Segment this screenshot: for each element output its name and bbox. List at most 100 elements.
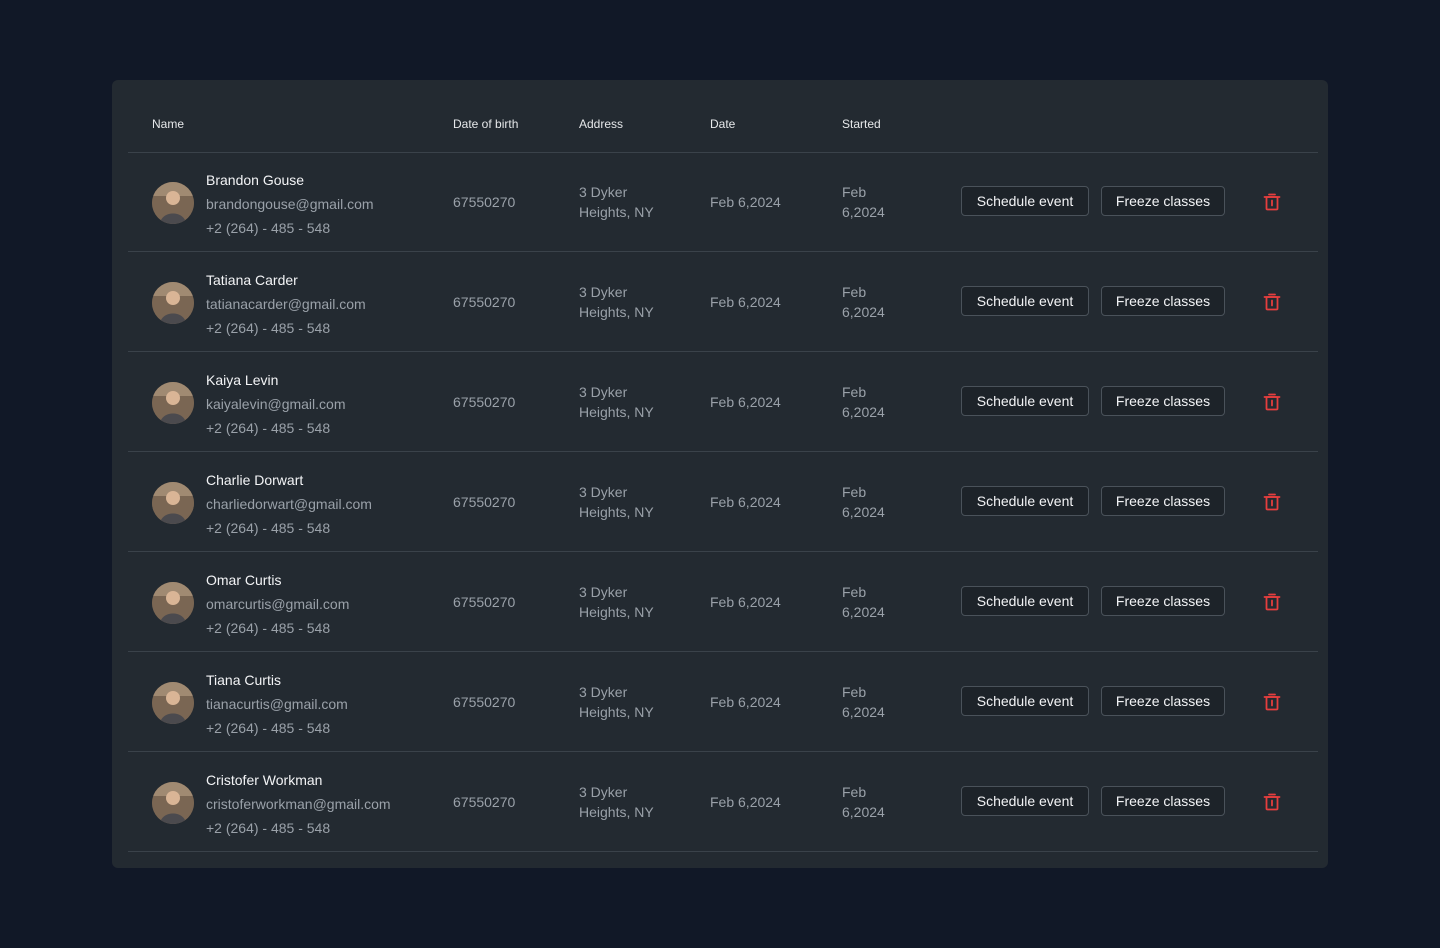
member-started: Feb 6,2024 xyxy=(842,582,885,622)
member-info: Tatiana Carder tatianacarder@gmail.com +… xyxy=(206,268,366,340)
table-row: Tatiana Carder tatianacarder@gmail.com +… xyxy=(128,252,1318,352)
member-started: Feb 6,2024 xyxy=(842,782,885,822)
address-line-2: Heights, NY xyxy=(579,704,654,720)
avatar xyxy=(152,782,194,824)
schedule-event-button[interactable]: Schedule event xyxy=(961,386,1089,416)
member-dob: 67550270 xyxy=(453,494,516,510)
started-line-2: 6,2024 xyxy=(842,804,885,820)
column-header-date[interactable]: Date xyxy=(710,117,735,131)
member-started: Feb 6,2024 xyxy=(842,182,885,222)
member-started: Feb 6,2024 xyxy=(842,482,885,522)
table-row: Brandon Gouse brandongouse@gmail.com +2 … xyxy=(128,152,1318,252)
freeze-classes-button[interactable]: Freeze classes xyxy=(1101,386,1225,416)
address-line-1: 3 Dyker xyxy=(579,184,628,200)
avatar-photo xyxy=(152,182,194,224)
member-email: cristoferworkman@gmail.com xyxy=(206,796,391,812)
member-name[interactable]: Charlie Dorwart xyxy=(206,468,372,492)
address-line-1: 3 Dyker xyxy=(579,384,628,400)
member-email: omarcurtis@gmail.com xyxy=(206,596,350,612)
freeze-classes-button[interactable]: Freeze classes xyxy=(1101,186,1225,216)
member-date: Feb 6,2024 xyxy=(710,794,781,810)
table-row: Cristofer Workman cristoferworkman@gmail… xyxy=(128,752,1318,852)
address-line-2: Heights, NY xyxy=(579,404,654,420)
member-name[interactable]: Tatiana Carder xyxy=(206,268,366,292)
started-line-1: Feb xyxy=(842,584,867,600)
avatar xyxy=(152,682,194,724)
address-line-1: 3 Dyker xyxy=(579,684,628,700)
member-date: Feb 6,2024 xyxy=(710,494,781,510)
column-header-started[interactable]: Started xyxy=(842,117,881,131)
member-date: Feb 6,2024 xyxy=(710,294,781,310)
member-phone: +2 (264) - 485 - 548 xyxy=(206,820,331,836)
address-line-2: Heights, NY xyxy=(579,204,654,220)
trash-icon[interactable] xyxy=(1262,692,1282,712)
member-address: 3 Dyker Heights, NY xyxy=(579,682,654,722)
member-email: kaiyalevin@gmail.com xyxy=(206,396,346,412)
avatar xyxy=(152,582,194,624)
member-name[interactable]: Kaiya Levin xyxy=(206,368,345,392)
member-info: Omar Curtis omarcurtis@gmail.com +2 (264… xyxy=(206,568,349,640)
trash-icon[interactable] xyxy=(1262,392,1282,412)
member-dob: 67550270 xyxy=(453,294,516,310)
started-line-1: Feb xyxy=(842,284,867,300)
member-date: Feb 6,2024 xyxy=(710,594,781,610)
member-name[interactable]: Brandon Gouse xyxy=(206,168,374,192)
member-phone: +2 (264) - 485 - 548 xyxy=(206,620,331,636)
schedule-event-button[interactable]: Schedule event xyxy=(961,686,1089,716)
address-line-1: 3 Dyker xyxy=(579,284,628,300)
member-info: Cristofer Workman cristoferworkman@gmail… xyxy=(206,768,391,840)
table-row: Tiana Curtis tianacurtis@gmail.com +2 (2… xyxy=(128,652,1318,752)
address-line-2: Heights, NY xyxy=(579,304,654,320)
schedule-event-button[interactable]: Schedule event xyxy=(961,586,1089,616)
trash-icon[interactable] xyxy=(1262,292,1282,312)
column-header-dob[interactable]: Date of birth xyxy=(453,117,518,131)
started-line-1: Feb xyxy=(842,784,867,800)
table-row: Omar Curtis omarcurtis@gmail.com +2 (264… xyxy=(128,552,1318,652)
member-dob: 67550270 xyxy=(453,794,516,810)
schedule-event-button[interactable]: Schedule event xyxy=(961,486,1089,516)
column-header-address[interactable]: Address xyxy=(579,117,623,131)
member-phone: +2 (264) - 485 - 548 xyxy=(206,220,331,236)
freeze-classes-button[interactable]: Freeze classes xyxy=(1101,586,1225,616)
avatar-photo xyxy=(152,482,194,524)
member-address: 3 Dyker Heights, NY xyxy=(579,182,654,222)
member-dob: 67550270 xyxy=(453,394,516,410)
trash-icon[interactable] xyxy=(1262,592,1282,612)
address-line-1: 3 Dyker xyxy=(579,784,628,800)
schedule-event-button[interactable]: Schedule event xyxy=(961,786,1089,816)
member-started: Feb 6,2024 xyxy=(842,382,885,422)
member-dob: 67550270 xyxy=(453,694,516,710)
member-email: tatianacarder@gmail.com xyxy=(206,296,366,312)
address-line-1: 3 Dyker xyxy=(579,484,628,500)
member-name[interactable]: Tiana Curtis xyxy=(206,668,348,692)
table-row: Kaiya Levin kaiyalevin@gmail.com +2 (264… xyxy=(128,352,1318,452)
members-table: Name Date of birth Address Date Started … xyxy=(112,80,1328,868)
freeze-classes-button[interactable]: Freeze classes xyxy=(1101,486,1225,516)
freeze-classes-button[interactable]: Freeze classes xyxy=(1101,786,1225,816)
member-date: Feb 6,2024 xyxy=(710,194,781,210)
member-address: 3 Dyker Heights, NY xyxy=(579,482,654,522)
column-header-name[interactable]: Name xyxy=(152,117,184,131)
member-info: Tiana Curtis tianacurtis@gmail.com +2 (2… xyxy=(206,668,348,740)
member-email: tianacurtis@gmail.com xyxy=(206,696,348,712)
member-phone: +2 (264) - 485 - 548 xyxy=(206,420,331,436)
avatar-photo xyxy=(152,682,194,724)
avatar-photo xyxy=(152,282,194,324)
member-started: Feb 6,2024 xyxy=(842,282,885,322)
freeze-classes-button[interactable]: Freeze classes xyxy=(1101,286,1225,316)
started-line-2: 6,2024 xyxy=(842,404,885,420)
member-phone: +2 (264) - 485 - 548 xyxy=(206,520,331,536)
schedule-event-button[interactable]: Schedule event xyxy=(961,186,1089,216)
member-name[interactable]: Cristofer Workman xyxy=(206,768,391,792)
trash-icon[interactable] xyxy=(1262,192,1282,212)
started-line-1: Feb xyxy=(842,384,867,400)
freeze-classes-button[interactable]: Freeze classes xyxy=(1101,686,1225,716)
started-line-2: 6,2024 xyxy=(842,604,885,620)
trash-icon[interactable] xyxy=(1262,792,1282,812)
trash-icon[interactable] xyxy=(1262,492,1282,512)
avatar-photo xyxy=(152,782,194,824)
member-name[interactable]: Omar Curtis xyxy=(206,568,349,592)
avatar xyxy=(152,182,194,224)
schedule-event-button[interactable]: Schedule event xyxy=(961,286,1089,316)
member-email: brandongouse@gmail.com xyxy=(206,196,374,212)
